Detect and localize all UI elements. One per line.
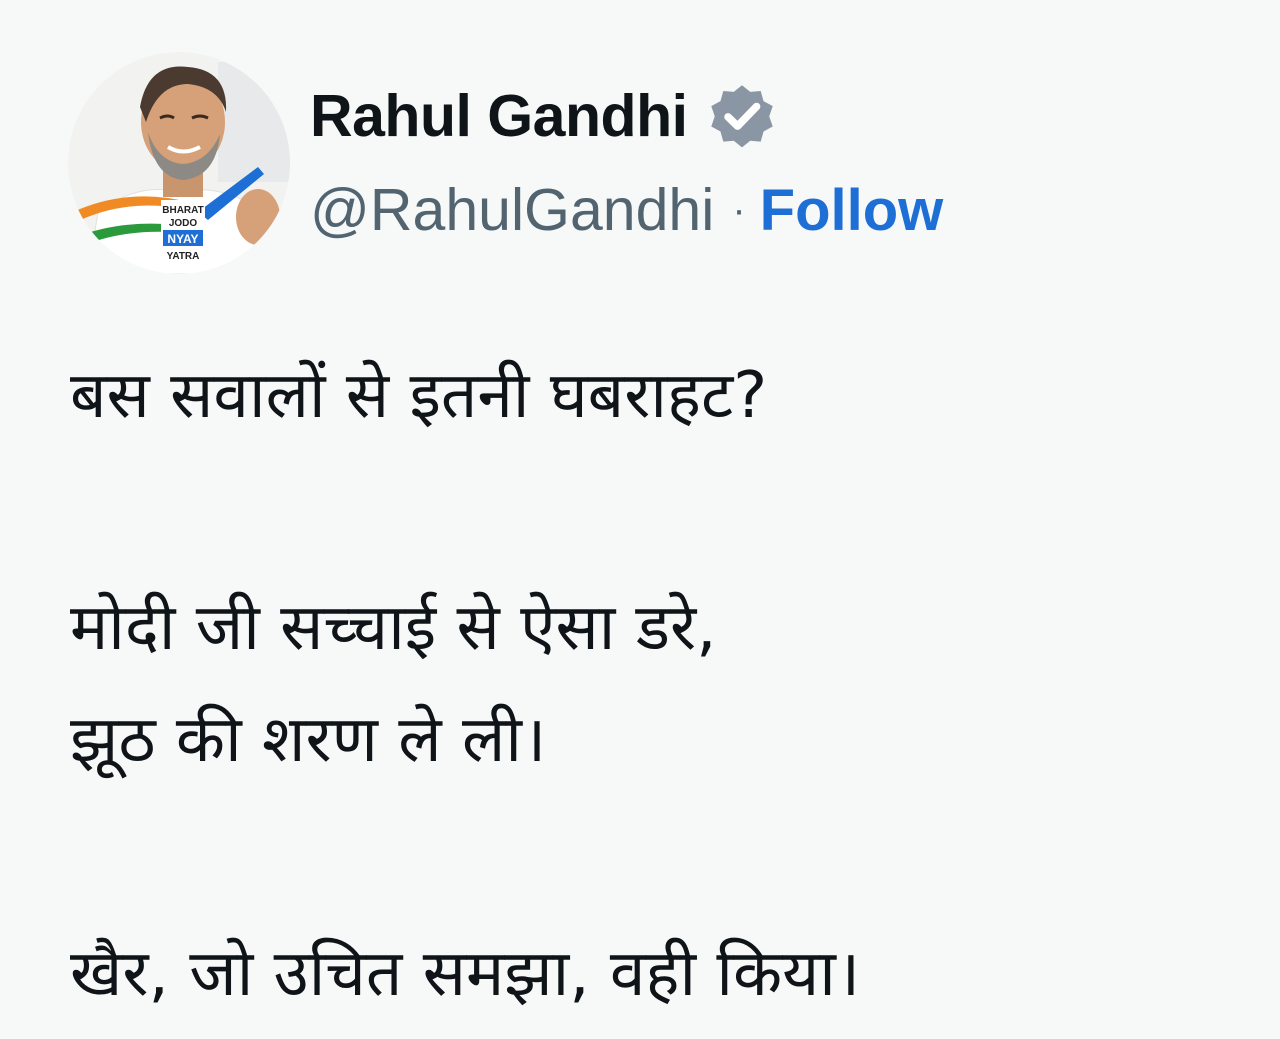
badge-text-1: BHARAT — [162, 205, 203, 216]
tweet-header: BHARAT JODO NYAY YATRA Rahul Gandhi @Rah… — [68, 52, 1218, 277]
tweet-text: बस सवालों से इतनी घबराहट? मोदी जी सच्चाई… — [70, 340, 1250, 1030]
follow-button[interactable]: Follow — [760, 177, 944, 244]
avatar-image: BHARAT JODO NYAY YATRA — [68, 52, 290, 274]
yatra-logo: BHARAT JODO NYAY YATRA — [161, 200, 205, 266]
author-handle[interactable]: @RahulGandhi — [310, 176, 714, 244]
badge-text-4: YATRA — [167, 251, 200, 262]
handle-row: @RahulGandhi · Follow — [310, 174, 943, 246]
name-row: Rahul Gandhi — [310, 80, 943, 152]
author-display-name[interactable]: Rahul Gandhi — [310, 82, 688, 150]
verified-badge-icon — [704, 78, 780, 154]
separator-dot: · — [732, 187, 746, 232]
tweet-card: BHARAT JODO NYAY YATRA Rahul Gandhi @Rah… — [0, 0, 1280, 1039]
tweet-line-3: झूठ की शरण ले ली। — [70, 703, 547, 777]
tweet-line-2: मोदी जी सच्चाई से ऐसा डरे, — [70, 591, 717, 665]
tweet-line-1: बस सवालों से इतनी घबराहट? — [70, 359, 768, 433]
author-identity: Rahul Gandhi @RahulGandhi · Follow — [310, 80, 943, 246]
avatar[interactable]: BHARAT JODO NYAY YATRA — [68, 52, 290, 274]
badge-text-3: NYAY — [167, 232, 198, 246]
tweet-line-4: खैर, जो उचित समझा, वही किया। — [70, 937, 861, 1011]
badge-text-2: JODO — [169, 218, 198, 229]
